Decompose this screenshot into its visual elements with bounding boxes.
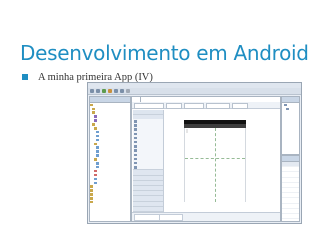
folder-icon — [94, 127, 97, 130]
xml-file-icon — [94, 169, 97, 173]
file-icon — [96, 134, 99, 138]
file-icon — [96, 130, 99, 134]
square-bullet-icon — [22, 74, 28, 80]
graphical-layout-tab[interactable] — [134, 214, 162, 221]
package-icon — [94, 115, 97, 118]
widget-palette — [133, 110, 164, 217]
folder-icon — [90, 185, 93, 188]
file-icon — [94, 177, 97, 181]
toolbar-icon[interactable] — [114, 89, 118, 93]
widget-icon — [134, 166, 137, 169]
textview-icon — [286, 107, 289, 111]
hello-textview[interactable] — [186, 129, 188, 133]
outline-row[interactable] — [282, 107, 299, 111]
widget-icon — [134, 136, 137, 140]
file-icon — [96, 162, 99, 165]
widget-icon — [134, 120, 137, 123]
property-row[interactable] — [282, 219, 299, 223]
file-icon — [94, 181, 97, 184]
widget-icon — [134, 153, 137, 157]
file-icon — [96, 165, 99, 169]
folder-icon — [90, 197, 93, 200]
widget-icon — [134, 124, 137, 127]
folder-icon — [90, 200, 93, 204]
toolbar-icon[interactable] — [96, 89, 100, 93]
run-icon[interactable] — [102, 89, 106, 93]
api-level-select[interactable] — [232, 103, 248, 109]
widget-icon — [134, 128, 137, 131]
widget-icon — [134, 145, 137, 148]
folder-icon — [90, 103, 93, 107]
folder-icon — [94, 158, 97, 161]
toolbar-icon[interactable] — [90, 89, 94, 93]
folder-icon — [92, 123, 95, 126]
widget-icon — [134, 161, 137, 165]
folder-icon — [90, 189, 93, 192]
activity-select[interactable] — [206, 103, 230, 109]
layout-icon — [284, 103, 287, 107]
eclipse-screenshot — [87, 82, 302, 224]
layout-editor — [131, 96, 281, 222]
folder-icon — [92, 111, 95, 114]
folder-icon — [92, 107, 95, 111]
toolbar-icon[interactable] — [126, 89, 130, 93]
editor-bottom-tabs — [132, 212, 280, 221]
widget-icon — [134, 132, 137, 136]
folder-icon — [90, 193, 93, 196]
widget-icon — [134, 157, 137, 161]
file-icon — [96, 150, 99, 153]
tree-row[interactable] — [90, 200, 130, 204]
slide-title: Desenvolvimento em Android — [20, 41, 309, 65]
xml-file-icon — [94, 173, 97, 177]
widget-icon — [134, 140, 137, 144]
outline-view — [281, 96, 300, 155]
workbench — [88, 95, 301, 223]
package-icon — [94, 119, 97, 122]
orientation-select[interactable] — [166, 103, 182, 109]
toolbar — [88, 88, 301, 95]
toolbar-icon[interactable] — [120, 89, 124, 93]
file-icon — [96, 138, 99, 142]
file-icon — [96, 146, 99, 149]
properties-view — [281, 155, 300, 222]
toolbar-icon[interactable] — [108, 89, 112, 93]
design-canvas[interactable] — [165, 110, 280, 212]
bullet-text: A minha primeira App (IV) — [38, 71, 153, 83]
device-screen[interactable] — [184, 128, 246, 202]
folder-icon — [94, 142, 97, 146]
editor-config-bar — [132, 102, 280, 109]
layout-guide-vertical — [215, 128, 216, 202]
xml-source-tab[interactable] — [159, 214, 183, 221]
theme-select[interactable] — [184, 103, 204, 109]
device-config-select[interactable] — [134, 103, 164, 109]
widget-icon — [134, 149, 137, 152]
file-icon — [96, 154, 99, 157]
package-explorer — [89, 96, 131, 222]
